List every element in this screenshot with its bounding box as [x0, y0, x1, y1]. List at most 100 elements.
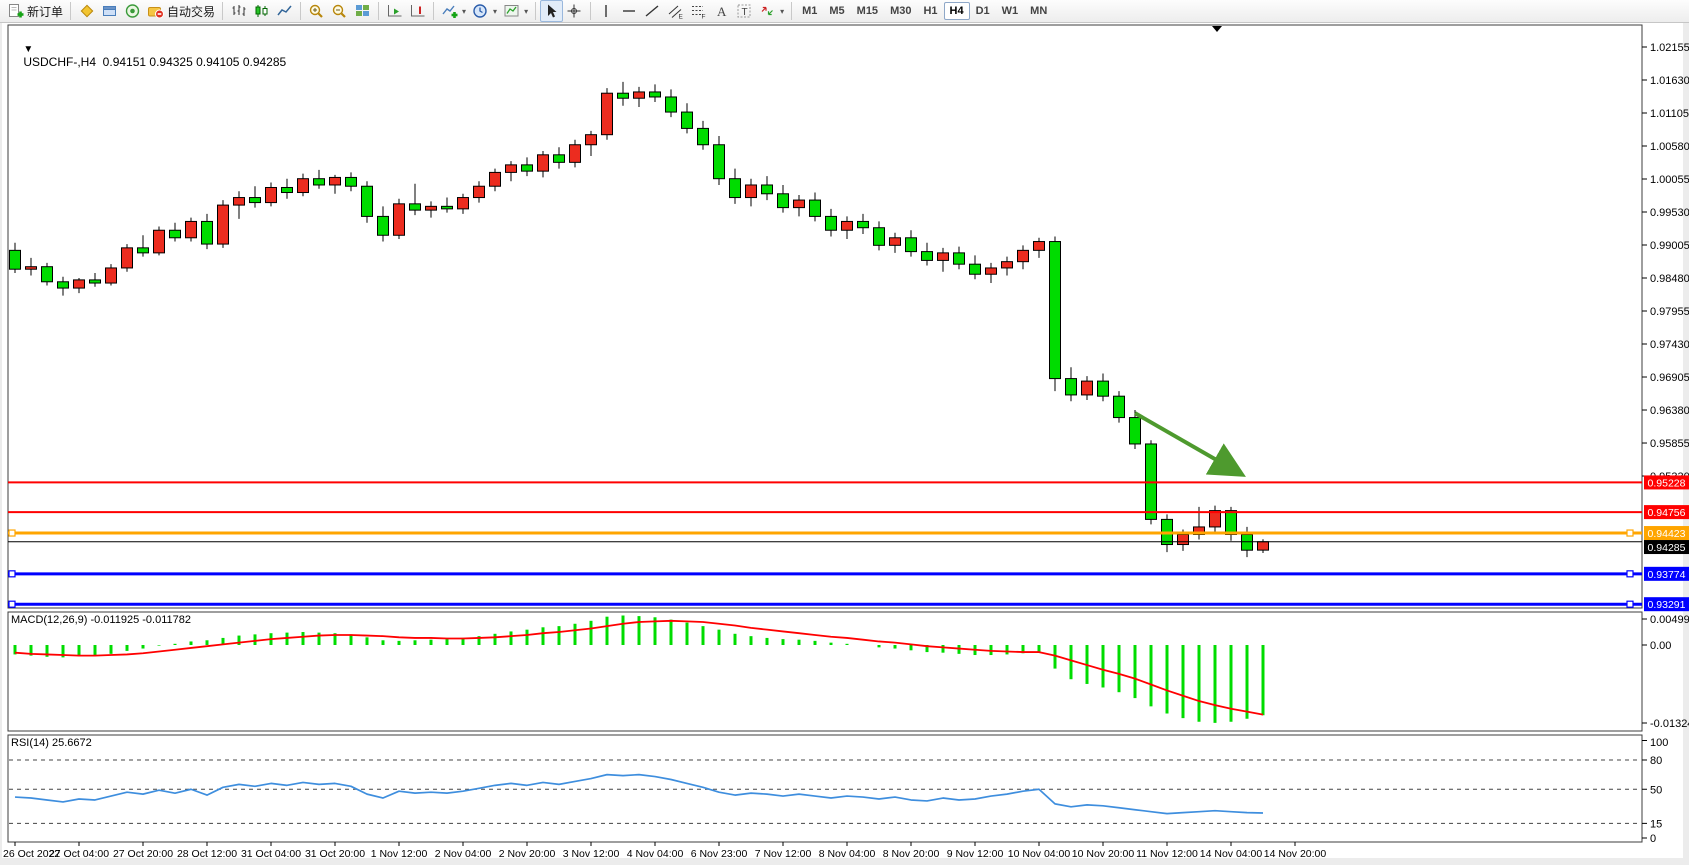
toolbar-separator	[222, 2, 223, 20]
toolbar-separator	[433, 2, 434, 20]
cursor-button[interactable]	[540, 0, 563, 22]
svg-text:0.99005: 0.99005	[1650, 240, 1689, 252]
timeframe-m15-button[interactable]: M15	[851, 2, 884, 20]
candlestick-mode-icon	[253, 3, 270, 19]
indicators-button[interactable]: ▾	[438, 0, 469, 22]
chart-area[interactable]: 1.021551.016301.011051.005801.000550.995…	[0, 0, 1689, 865]
periods-icon	[472, 3, 489, 19]
arrows-dropdown-icon[interactable]: ▾	[780, 7, 784, 16]
timeframe-d1-button[interactable]: D1	[970, 2, 996, 20]
equidistant-channel-button[interactable]: E	[664, 0, 687, 22]
bar-chart-mode-button[interactable]	[227, 0, 250, 22]
svg-text:27 Oct 20:00: 27 Oct 20:00	[113, 848, 173, 860]
metaeditor-button[interactable]	[75, 0, 98, 22]
svg-text:1.02155: 1.02155	[1650, 42, 1689, 54]
svg-text:0.95228: 0.95228	[1648, 477, 1686, 489]
indicators-dropdown-icon[interactable]: ▾	[462, 7, 466, 16]
svg-text:31 Oct 20:00: 31 Oct 20:00	[305, 848, 365, 860]
text-button[interactable]: A	[710, 0, 733, 22]
svg-text:10 Nov 04:00: 10 Nov 04:00	[1008, 848, 1071, 860]
auto-scroll-button[interactable]	[383, 0, 406, 22]
timeframe-m30-button[interactable]: M30	[884, 2, 917, 20]
templates-icon	[503, 3, 520, 19]
periods-button[interactable]: ▾	[469, 0, 500, 22]
fibonacci-button[interactable]: F	[687, 0, 710, 22]
tile-windows-icon	[354, 3, 371, 19]
hline-handle[interactable]	[1627, 601, 1633, 607]
svg-text:0.94756: 0.94756	[1648, 507, 1686, 519]
zoom-in-icon	[308, 3, 325, 19]
templates-button[interactable]: ▾	[500, 0, 531, 22]
crosshair-button[interactable]	[563, 0, 586, 22]
autotrading-button[interactable]: 自动交易	[144, 0, 218, 22]
text-icon: A	[713, 3, 730, 19]
zoom-out-icon	[331, 3, 348, 19]
toolbar-separator	[70, 2, 71, 20]
svg-text:6 Nov 23:00: 6 Nov 23:00	[691, 848, 748, 860]
timeframe-m1-button[interactable]: M1	[796, 2, 823, 20]
timeframe-mn-button[interactable]: MN	[1024, 2, 1053, 20]
chart-dropdown-arrow-icon[interactable]: ▼	[23, 44, 33, 55]
arrows-button[interactable]: ▾	[756, 0, 787, 22]
vertical-line-button[interactable]	[595, 0, 618, 22]
timeframe-w1-button[interactable]: W1	[996, 2, 1025, 20]
svg-text:11 Nov 12:00: 11 Nov 12:00	[1136, 848, 1198, 860]
new-order-button[interactable]: 新订单	[4, 0, 66, 22]
tile-windows-button[interactable]	[351, 0, 374, 22]
svg-text:-0.013248: -0.013248	[1650, 718, 1689, 730]
hline-handle[interactable]	[1627, 571, 1633, 577]
toolbar-separator	[378, 2, 379, 20]
autotrading-label: 自动交易	[167, 3, 215, 20]
periods-dropdown-icon[interactable]: ▾	[493, 7, 497, 16]
hline-handle[interactable]	[9, 571, 15, 577]
toolbar-separator	[791, 2, 792, 20]
strategy-tester-icon	[124, 3, 141, 19]
svg-text:1.01630: 1.01630	[1650, 75, 1689, 87]
hline-handle[interactable]	[9, 601, 15, 607]
chart-header-text: USDCHF-,H4 0.94151 0.94325 0.94105 0.942…	[23, 55, 286, 69]
svg-text:28 Oct 12:00: 28 Oct 12:00	[177, 848, 237, 860]
candlestick-mode-button[interactable]	[250, 0, 273, 22]
toolbar-separator	[535, 2, 536, 20]
svg-text:0.99530: 0.99530	[1650, 207, 1689, 219]
hline-handle[interactable]	[9, 530, 15, 536]
mt4-application: 新订单自动交易▾▾▾EFAT▾M1M5M15M30H1H4D1W1MN 1 1.…	[0, 0, 1689, 865]
chart-shift-icon	[409, 3, 426, 19]
svg-text:80: 80	[1650, 755, 1662, 767]
bar-chart-mode-icon	[230, 3, 247, 19]
toolbar-separator	[590, 2, 591, 20]
arrows-icon	[759, 3, 776, 19]
svg-text:1 Nov 12:00: 1 Nov 12:00	[371, 848, 428, 860]
horizontal-line-button[interactable]	[618, 0, 641, 22]
zoom-out-button[interactable]	[328, 0, 351, 22]
svg-text:0.96380: 0.96380	[1650, 405, 1689, 417]
svg-text:0.00: 0.00	[1650, 640, 1671, 652]
trendline-icon	[644, 3, 661, 19]
strategy-tester-button[interactable]	[121, 0, 144, 22]
line-chart-mode-button[interactable]	[273, 0, 296, 22]
svg-text:8 Nov 04:00: 8 Nov 04:00	[819, 848, 876, 860]
svg-text:1.00580: 1.00580	[1650, 141, 1689, 153]
autotrading-icon	[147, 3, 164, 19]
svg-text:14 Nov 20:00: 14 Nov 20:00	[1264, 848, 1327, 860]
fibonacci-icon: F	[690, 3, 707, 19]
text-label-button[interactable]: T	[733, 0, 756, 22]
terminal-button[interactable]	[98, 0, 121, 22]
timeframe-h4-button[interactable]: H4	[944, 2, 970, 20]
zoom-in-button[interactable]	[305, 0, 328, 22]
svg-text:100: 100	[1650, 737, 1668, 749]
indicators-icon	[441, 3, 458, 19]
templates-dropdown-icon[interactable]: ▾	[524, 7, 528, 16]
chart-shift-button[interactable]	[406, 0, 429, 22]
trendline-button[interactable]	[641, 0, 664, 22]
svg-text:27 Oct 04:00: 27 Oct 04:00	[49, 848, 109, 860]
hline-handle[interactable]	[1627, 530, 1633, 536]
svg-text:0: 0	[1650, 833, 1656, 845]
svg-text:0.94423: 0.94423	[1648, 528, 1686, 540]
svg-text:1.00055: 1.00055	[1650, 174, 1689, 186]
timeframe-m5-button[interactable]: M5	[823, 2, 850, 20]
svg-text:0.93291: 0.93291	[1648, 599, 1686, 611]
svg-text:0.004996: 0.004996	[1650, 614, 1689, 626]
svg-text:8 Nov 20:00: 8 Nov 20:00	[883, 848, 940, 860]
timeframe-h1-button[interactable]: H1	[917, 2, 943, 20]
